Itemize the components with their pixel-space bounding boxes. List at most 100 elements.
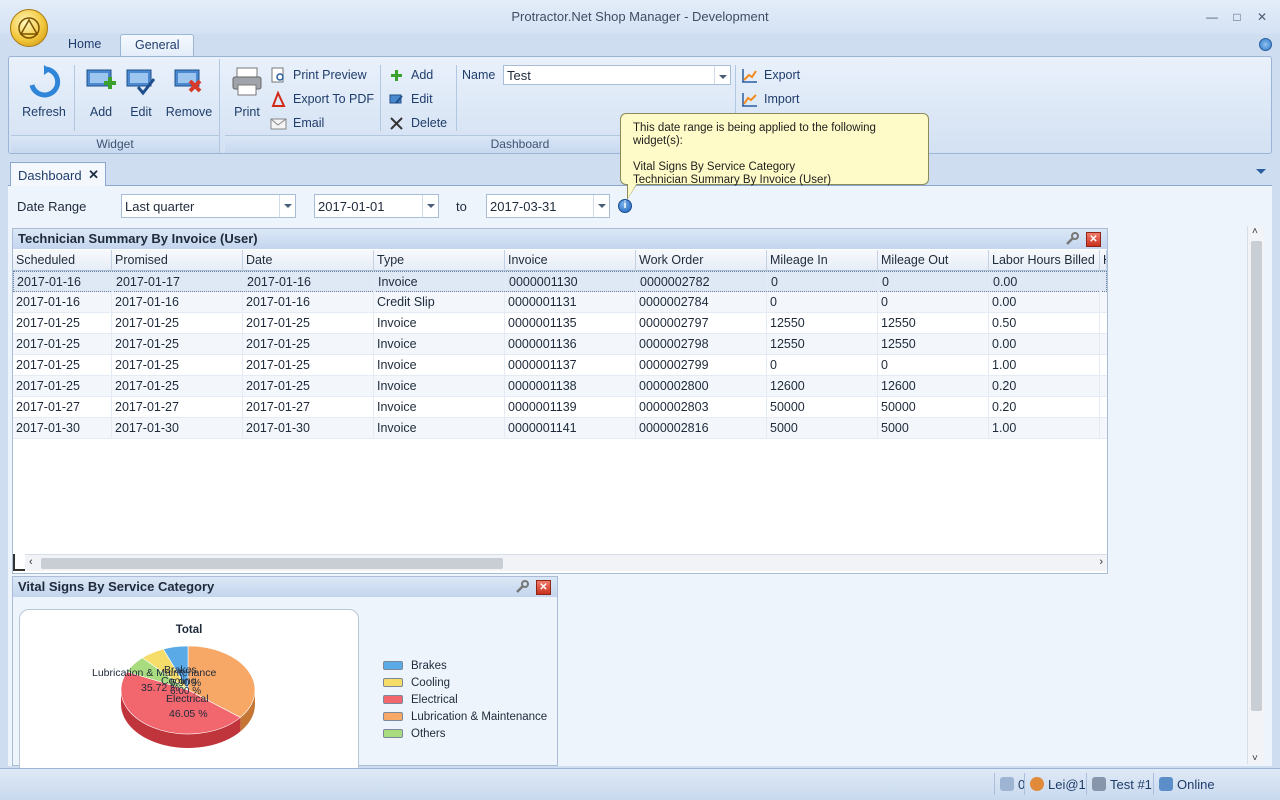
column-header[interactable]: Labor Hours Billed bbox=[989, 250, 1100, 271]
vertical-scrollbar[interactable]: ˄ ˅ bbox=[1247, 226, 1264, 764]
column-header[interactable]: Scheduled bbox=[13, 250, 112, 271]
column-header[interactable]: Invoice bbox=[505, 250, 636, 271]
grid-body: 2017-01-16 2017-01-17 2017-01-16 Invoice 000… bbox=[13, 271, 1107, 439]
table-row[interactable]: 2017-01-25 2017-01-25 2017-01-25 Invoice 000… bbox=[13, 313, 1107, 334]
status-user-value: Lei@1 bbox=[1048, 776, 1086, 792]
delete-dashboard-label: Delete bbox=[411, 116, 448, 130]
legend-item: Electrical bbox=[383, 691, 547, 708]
dashboard-name-select[interactable]: Test bbox=[503, 65, 731, 85]
wrench-icon[interactable] bbox=[515, 580, 529, 594]
refresh-button[interactable]: Refresh bbox=[19, 63, 69, 125]
table-row[interactable]: 2017-01-25 2017-01-25 2017-01-25 Invoice 000… bbox=[13, 334, 1107, 355]
table-cell: 2017-01-25 bbox=[243, 355, 374, 375]
print-preview-button[interactable]: Print Preview bbox=[270, 65, 367, 85]
network-icon bbox=[1159, 777, 1173, 791]
table-cell: 0.50 bbox=[989, 313, 1100, 333]
table-cell: 2017-01-30 bbox=[243, 418, 374, 438]
table-cell: 0000002798 bbox=[636, 334, 767, 354]
column-header[interactable]: Date bbox=[243, 250, 374, 271]
horizontal-scrollbar[interactable]: ‹ › bbox=[25, 554, 1107, 571]
slice-label-small-b: 5.90 % bbox=[170, 678, 202, 689]
wrench-icon[interactable] bbox=[1065, 232, 1079, 246]
export-button[interactable]: Export bbox=[741, 65, 800, 85]
legend-item: Brakes bbox=[383, 657, 547, 674]
table-row[interactable]: 2017-01-25 2017-01-25 2017-01-25 Invoice 000… bbox=[13, 355, 1107, 376]
table-cell: 0000001138 bbox=[505, 376, 636, 396]
table-cell: 0.20 bbox=[989, 397, 1100, 417]
print-button[interactable]: Print bbox=[227, 63, 267, 125]
table-cell: 2017-01-25 bbox=[13, 376, 112, 396]
table-row[interactable]: 2017-01-25 2017-01-25 2017-01-25 Invoice 000… bbox=[13, 376, 1107, 397]
status-test-value: Test #1 bbox=[1110, 776, 1152, 792]
info-icon[interactable]: i bbox=[618, 199, 632, 213]
help-icon[interactable] bbox=[1259, 38, 1272, 51]
table-row[interactable]: 2017-01-30 2017-01-30 2017-01-30 Invoice 000… bbox=[13, 418, 1107, 439]
close-widget-icon[interactable]: ✕ bbox=[536, 580, 551, 595]
table-cell: 12600 bbox=[878, 376, 989, 396]
tab-list-chevron-icon[interactable] bbox=[1256, 169, 1266, 174]
email-button[interactable]: Email bbox=[270, 113, 324, 133]
legend-label: Brakes bbox=[411, 659, 447, 672]
column-header[interactable]: Type bbox=[374, 250, 505, 271]
table-row[interactable]: 2017-01-16 2017-01-16 2017-01-16 Credit Sli… bbox=[13, 292, 1107, 313]
horizontal-scroll-thumb[interactable] bbox=[41, 558, 503, 569]
table-cell: 2017-01-25 bbox=[243, 313, 374, 333]
import-label: Import bbox=[764, 92, 800, 106]
status-online-value: Online bbox=[1177, 776, 1215, 792]
table-cell: 2017-01-27 bbox=[243, 397, 374, 417]
legend-swatch bbox=[383, 695, 403, 704]
tab-home[interactable]: Home bbox=[54, 34, 115, 56]
vertical-scroll-thumb[interactable] bbox=[1251, 241, 1262, 711]
legend-label: Others bbox=[411, 727, 446, 740]
column-header[interactable]: Mileage In bbox=[767, 250, 878, 271]
email-label: Email bbox=[293, 116, 325, 130]
table-cell: 0000002782 bbox=[637, 272, 768, 292]
edit-dashboard-button[interactable]: Edit bbox=[388, 89, 433, 109]
table-cell: 2017-01-25 bbox=[112, 313, 243, 333]
maximize-button[interactable]: □ bbox=[1227, 8, 1247, 26]
table-cell: Invoice bbox=[374, 418, 505, 438]
scroll-up-icon[interactable]: ˄ bbox=[1252, 226, 1258, 237]
export-pdf-button[interactable]: Export To PDF bbox=[270, 89, 374, 109]
close-widget-icon[interactable]: ✕ bbox=[1086, 232, 1101, 247]
tab-general[interactable]: General bbox=[120, 34, 195, 56]
technician-summary-title: Technician Summary By Invoice (User) bbox=[18, 231, 258, 246]
scroll-down-icon[interactable]: ˅ bbox=[1252, 753, 1258, 764]
table-cell: 0 bbox=[879, 272, 990, 292]
import-button[interactable]: Import bbox=[741, 89, 799, 109]
close-button[interactable]: ✕ bbox=[1252, 8, 1272, 26]
chevron-down-icon bbox=[714, 66, 730, 84]
app-menu-button[interactable] bbox=[10, 9, 48, 47]
table-cell: 0 bbox=[878, 292, 989, 312]
table-cell: 50000 bbox=[767, 397, 878, 417]
technician-summary-widget: Technician Summary By Invoice (User) ✕ S… bbox=[12, 228, 1108, 574]
start-date-picker[interactable]: 2017-01-01 bbox=[314, 194, 439, 218]
scroll-right-icon[interactable]: › bbox=[1099, 556, 1103, 568]
legend-swatch bbox=[383, 712, 403, 721]
close-tab-icon[interactable]: ✕ bbox=[88, 167, 99, 183]
chevron-down-icon bbox=[279, 195, 295, 217]
delete-dashboard-button[interactable]: Delete bbox=[388, 113, 447, 133]
chevron-down-icon bbox=[422, 195, 438, 217]
legend-swatch bbox=[383, 729, 403, 738]
add-dashboard-button[interactable]: Add bbox=[388, 65, 433, 85]
table-row[interactable]: 2017-01-16 2017-01-17 2017-01-16 Invoice 000… bbox=[13, 271, 1107, 292]
column-header[interactable]: Mileage Out bbox=[878, 250, 989, 271]
column-header[interactable]: Work Order bbox=[636, 250, 767, 271]
column-header[interactable]: H bbox=[1100, 250, 1107, 271]
table-row[interactable]: 2017-01-27 2017-01-27 2017-01-27 Invoice 000… bbox=[13, 397, 1107, 418]
minimize-button[interactable]: — bbox=[1202, 8, 1222, 26]
tab-dashboard[interactable]: Dashboard ✕ bbox=[10, 162, 106, 186]
add-widget-button[interactable]: Add bbox=[79, 63, 123, 125]
column-header[interactable]: Promised bbox=[112, 250, 243, 271]
edit-widget-button[interactable]: Edit bbox=[119, 63, 163, 125]
date-range-select[interactable]: Last quarter bbox=[121, 194, 296, 218]
protractor-logo-icon bbox=[18, 17, 40, 39]
remove-widget-button[interactable]: Remove bbox=[163, 63, 215, 125]
legend-swatch bbox=[383, 678, 403, 687]
table-cell: 2017-01-16 bbox=[243, 292, 374, 312]
table-cell: 2017-01-17 bbox=[113, 272, 244, 292]
scroll-left-icon[interactable]: ‹ bbox=[29, 556, 33, 568]
table-cell: 12550 bbox=[767, 313, 878, 333]
end-date-picker[interactable]: 2017-03-31 bbox=[486, 194, 610, 218]
